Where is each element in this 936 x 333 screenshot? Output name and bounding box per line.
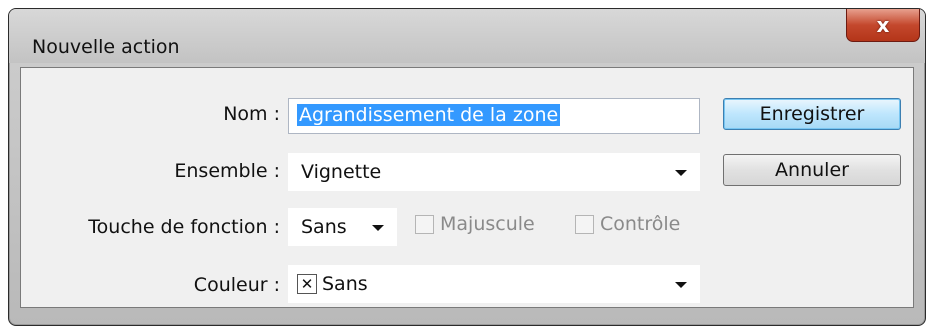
chevron-down-icon [675, 282, 687, 288]
controle-checkbox[interactable]: Contrôle [575, 213, 680, 235]
touche-label: Touche de fonction : [88, 216, 280, 238]
ensemble-select[interactable]: Vignette [288, 153, 700, 191]
majuscule-label: Majuscule [440, 213, 535, 235]
couleur-select[interactable]: ✕ Sans [288, 265, 700, 303]
nom-input[interactable]: Agrandissement de la zone [288, 98, 700, 134]
ensemble-label: Ensemble : [174, 160, 280, 182]
controle-label: Contrôle [600, 213, 681, 235]
ensemble-select-value: Vignette [301, 161, 382, 183]
nom-label: Nom : [223, 103, 280, 125]
majuscule-checkbox[interactable]: Majuscule [415, 213, 535, 235]
save-button[interactable]: Enregistrer [723, 98, 901, 130]
checkbox-box[interactable] [575, 214, 594, 234]
close-button[interactable]: x [846, 9, 920, 42]
couleur-select-value: Sans [322, 273, 368, 295]
close-icon: x [876, 13, 890, 37]
chevron-down-icon [372, 225, 384, 231]
title-bar[interactable]: Nouvelle action x [9, 9, 925, 63]
couleur-label: Couleur : [193, 274, 280, 296]
dialog-content: Nom : Agrandissement de la zone Ensemble… [20, 67, 914, 308]
chevron-down-icon [675, 170, 687, 176]
touche-select[interactable]: Sans [288, 208, 397, 246]
dialog-window: Nouvelle action x Nom : Agrandissement d… [8, 8, 926, 326]
checkbox-box[interactable] [415, 214, 434, 234]
nom-input-value: Agrandissement de la zone [297, 104, 561, 126]
no-color-icon: ✕ [297, 274, 317, 294]
dialog-title: Nouvelle action [32, 36, 180, 58]
cancel-button[interactable]: Annuler [723, 154, 901, 186]
touche-select-value: Sans [301, 216, 347, 238]
